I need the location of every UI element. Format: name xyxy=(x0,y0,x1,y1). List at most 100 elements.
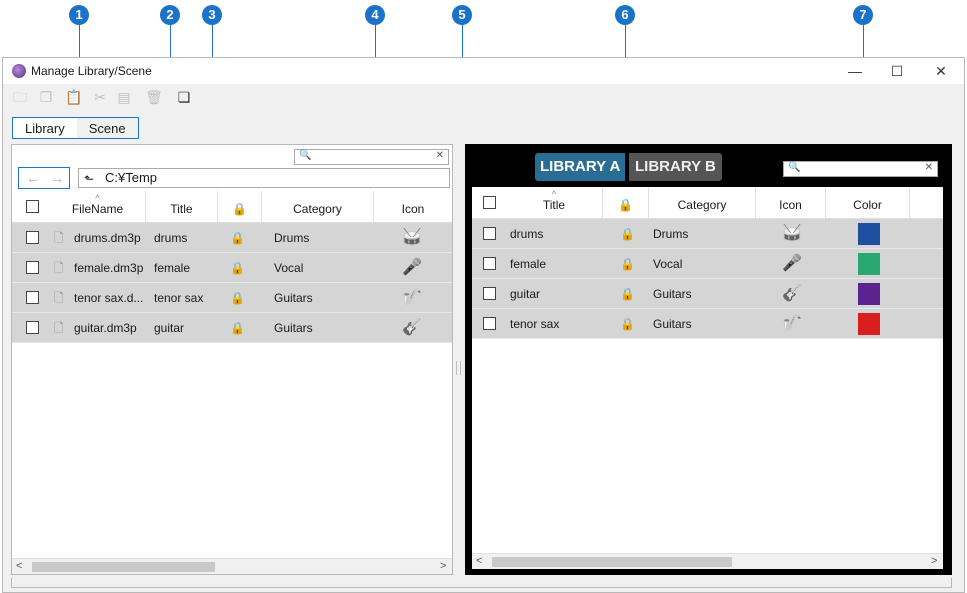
guitar-icon: 🎸 xyxy=(402,319,422,336)
color-swatch[interactable] xyxy=(858,313,880,335)
callout-7: 7 xyxy=(853,5,873,25)
lock-icon[interactable]: 🔒 xyxy=(620,219,644,249)
cell-filename: drums.dm3p xyxy=(74,231,141,245)
callout-1: 1 xyxy=(69,5,89,25)
col-lock[interactable]: 🔒 xyxy=(218,191,262,223)
tab-library[interactable]: Library xyxy=(13,118,77,138)
col-icon[interactable]: Icon xyxy=(374,191,452,223)
callout-4: 4 xyxy=(365,5,385,25)
select-all-checkbox[interactable] xyxy=(26,200,39,213)
forward-icon[interactable]: → xyxy=(50,170,64,186)
status-bar xyxy=(11,578,952,588)
lock-icon[interactable]: 🔒 xyxy=(620,309,644,339)
lock-icon[interactable]: 🔒 xyxy=(230,223,260,253)
table-row[interactable]: guitar 🔒 Guitars 🎸 xyxy=(472,279,943,309)
app-window: Manage Library/Scene — ☐ ✕ 🗀 ❐ 📋 ✂ ▤ 🗑 ❏… xyxy=(2,57,965,593)
delete-icon[interactable]: 🗑 xyxy=(145,88,163,106)
saxophone-icon: 🎷 xyxy=(402,289,422,306)
scroll-thumb[interactable] xyxy=(492,557,732,567)
row-checkbox[interactable] xyxy=(483,227,496,240)
cell-category: Guitars xyxy=(653,287,692,301)
col-category[interactable]: Category xyxy=(649,187,756,219)
callout-6: 6 xyxy=(615,5,635,25)
lock-icon[interactable]: 🔒 xyxy=(230,253,260,283)
table-row[interactable]: 🗋 female.dm3p female 🔒 Vocal 🎤 xyxy=(12,253,452,283)
row-checkbox[interactable] xyxy=(483,317,496,330)
table-row[interactable]: 🗋 tenor sax.d... tenor sax 🔒 Guitars 🎷 xyxy=(12,283,452,313)
clear-icon[interactable]: ✕ xyxy=(925,162,933,173)
search-icon: 🔍 xyxy=(299,150,312,161)
guitar-icon: 🎸 xyxy=(782,285,802,302)
left-horizontal-scrollbar[interactable]: < > xyxy=(12,558,452,574)
cell-title: female xyxy=(510,257,547,271)
sort-caret-icon: ^ xyxy=(551,189,557,199)
table-row[interactable]: 🗋 drums.dm3p drums 🔒 Drums 🥁 xyxy=(12,223,452,253)
copy-icon[interactable]: ❐ xyxy=(37,88,55,106)
col-lock[interactable]: 🔒 xyxy=(603,187,649,219)
row-checkbox[interactable] xyxy=(483,257,496,270)
cell-title: female xyxy=(154,261,191,275)
color-swatch[interactable] xyxy=(858,253,880,275)
paste-icon[interactable]: 📋 xyxy=(65,88,83,106)
select-all-checkbox[interactable] xyxy=(483,196,496,209)
cut-icon[interactable]: ✂ xyxy=(91,88,109,106)
col-filename[interactable]: ^ FileName xyxy=(50,191,146,223)
table-row[interactable]: tenor sax 🔒 Guitars 🎷 xyxy=(472,309,943,339)
lock-icon[interactable]: 🔒 xyxy=(230,283,260,313)
col-title[interactable]: ^ Title xyxy=(506,187,603,219)
row-checkbox[interactable] xyxy=(483,287,496,300)
back-icon[interactable]: ← xyxy=(26,170,40,186)
color-swatch[interactable] xyxy=(858,223,880,245)
path-text: C:¥Temp xyxy=(105,170,158,185)
scroll-right-icon[interactable]: > xyxy=(931,555,937,567)
folder-up-icon[interactable]: ⬑ xyxy=(84,170,94,188)
lock-icon[interactable]: 🔒 xyxy=(230,313,260,343)
new-folder-icon[interactable]: 🗀 xyxy=(11,88,29,106)
tab-library-a[interactable]: LIBRARY A xyxy=(535,153,626,181)
scroll-right-icon[interactable]: > xyxy=(440,560,446,572)
row-checkbox[interactable] xyxy=(26,321,39,334)
scroll-thumb[interactable] xyxy=(32,562,215,572)
path-field[interactable]: ⬑ C:¥Temp xyxy=(78,168,450,188)
clear-icon[interactable]: ✕ xyxy=(436,150,444,161)
row-checkbox[interactable] xyxy=(26,261,39,274)
maximize-button[interactable]: ☐ xyxy=(883,61,911,81)
row-checkbox[interactable] xyxy=(26,231,39,244)
scroll-left-icon[interactable]: < xyxy=(16,560,22,572)
callout-3: 3 xyxy=(202,5,222,25)
splitter-handle[interactable] xyxy=(456,361,461,375)
col-title[interactable]: Title xyxy=(146,191,218,223)
row-checkbox[interactable] xyxy=(26,291,39,304)
minimize-button[interactable]: — xyxy=(841,61,869,81)
lock-icon[interactable]: 🔒 xyxy=(620,279,644,309)
cell-title: drums xyxy=(510,227,544,241)
col-category[interactable]: Category xyxy=(262,191,374,223)
tab-library-b[interactable]: LIBRARY B xyxy=(629,153,722,181)
cell-category: Drums xyxy=(653,227,689,241)
left-search-input[interactable]: 🔍 ✕ xyxy=(294,149,449,165)
callout-2: 2 xyxy=(160,5,180,25)
table-row[interactable]: 🗋 guitar.dm3p guitar 🔒 Guitars 🎸 xyxy=(12,313,452,343)
select-all-icon[interactable]: ❏ xyxy=(175,88,193,106)
search-icon: 🔍 xyxy=(788,162,801,173)
file-icon: 🗋 xyxy=(54,231,64,245)
cell-category: Vocal xyxy=(274,261,304,275)
color-swatch[interactable] xyxy=(858,283,880,305)
table-row[interactable]: drums 🔒 Drums 🥁 xyxy=(472,219,943,249)
rename-icon[interactable]: ▤ xyxy=(115,88,133,106)
callout-5: 5 xyxy=(452,5,472,25)
drum-kit-icon: 🥁 xyxy=(402,229,422,246)
scroll-left-icon[interactable]: < xyxy=(476,555,482,567)
col-color[interactable]: Color xyxy=(826,187,910,219)
table-row[interactable]: female 🔒 Vocal 🎤 xyxy=(472,249,943,279)
library-header: LIBRARY A LIBRARY B 🔍 ✕ xyxy=(468,147,949,185)
tab-scene[interactable]: Scene xyxy=(77,118,138,138)
lock-icon[interactable]: 🔒 xyxy=(620,249,644,279)
cell-category: Guitars xyxy=(274,321,313,335)
cell-filename: guitar.dm3p xyxy=(74,321,137,335)
col-icon[interactable]: Icon xyxy=(756,187,826,219)
right-horizontal-scrollbar[interactable]: < > xyxy=(472,553,943,569)
close-button[interactable]: ✕ xyxy=(927,61,955,81)
toolbar: 🗀 ❐ 📋 ✂ ▤ 🗑 ❏ xyxy=(3,86,964,108)
right-search-input[interactable]: 🔍 ✕ xyxy=(783,161,938,177)
